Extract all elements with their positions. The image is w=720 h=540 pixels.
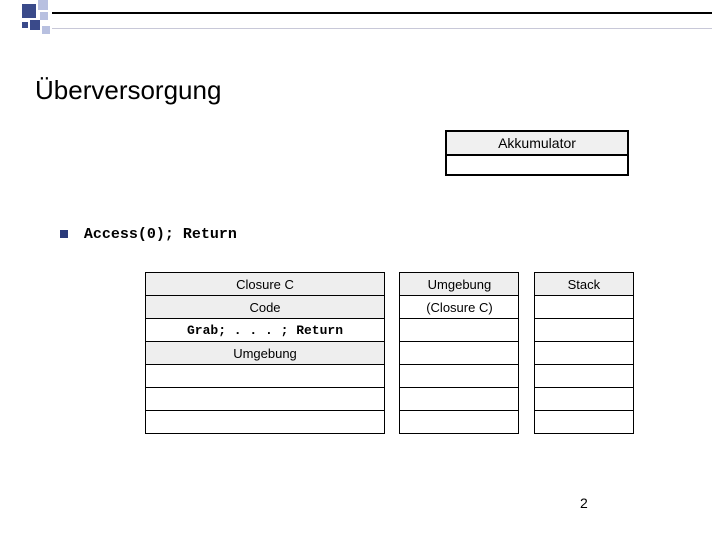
instruction-row: Access(0); Return xyxy=(60,225,237,243)
bullet-icon xyxy=(60,230,68,238)
stack-row-3 xyxy=(534,342,633,365)
umgebung-row-6 xyxy=(400,411,519,434)
env-header: Umgebung xyxy=(146,342,385,365)
slide-deco xyxy=(0,0,720,40)
stack-table: Stack xyxy=(534,272,634,434)
env-row-2 xyxy=(146,388,385,411)
closure-table: Closure C Code Grab; . . . ; Return Umge… xyxy=(145,272,385,434)
umgebung-row-5 xyxy=(400,388,519,411)
stack-row-6 xyxy=(534,411,633,434)
page-number: 2 xyxy=(580,495,588,511)
umgebung-row-4 xyxy=(400,365,519,388)
stack-row-5 xyxy=(534,388,633,411)
closure-header: Closure C xyxy=(146,273,385,296)
stack-row-1 xyxy=(534,296,633,319)
instruction-text: Access(0); Return xyxy=(84,226,237,243)
accumulator-label: Akkumulator xyxy=(447,132,627,156)
page-title: Überversorgung xyxy=(35,75,221,106)
umgebung-header: Umgebung xyxy=(400,273,519,296)
umgebung-row-2 xyxy=(400,319,519,342)
umgebung-table: Umgebung (Closure C) xyxy=(399,272,519,434)
env-row-3 xyxy=(146,411,385,434)
umgebung-row-1: (Closure C) xyxy=(400,296,519,319)
env-row-1 xyxy=(146,365,385,388)
stack-row-2 xyxy=(534,319,633,342)
accumulator-box: Akkumulator xyxy=(445,130,629,176)
code-row: Grab; . . . ; Return xyxy=(146,319,385,342)
tables-area: Closure C Code Grab; . . . ; Return Umge… xyxy=(145,272,634,434)
stack-row-4 xyxy=(534,365,633,388)
accumulator-value xyxy=(447,156,627,174)
umgebung-row-3 xyxy=(400,342,519,365)
code-header: Code xyxy=(146,296,385,319)
stack-header: Stack xyxy=(534,273,633,296)
